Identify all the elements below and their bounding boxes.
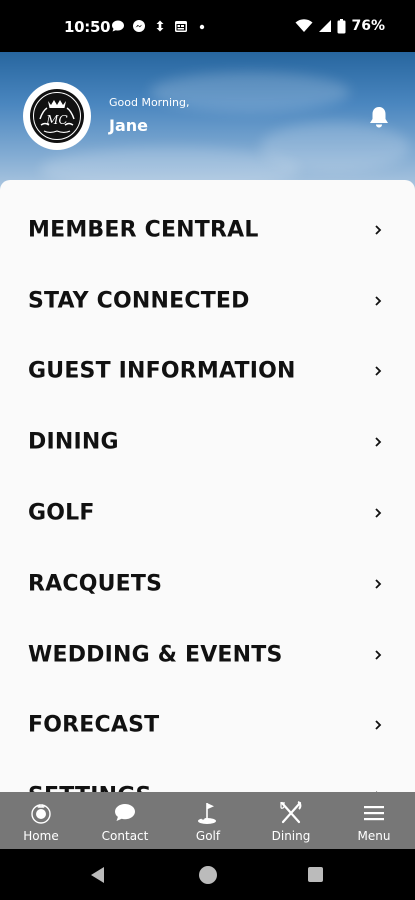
tab-dining[interactable]: Dining — [267, 792, 315, 849]
tab-golf[interactable]: Golf — [186, 792, 230, 849]
bottom-tab-bar: Home Contact Golf Dining Menu — [0, 792, 415, 849]
hamburger-icon — [360, 800, 388, 826]
chevron-right-icon — [375, 579, 382, 589]
messenger-icon — [133, 20, 145, 32]
status-time: 10:50 — [64, 18, 111, 36]
menu-item-label: GUEST INFORMATION — [28, 358, 296, 384]
more-notifications-dot-icon — [199, 24, 205, 30]
main-menu-panel: MEMBER CENTRAL STAY CONNECTED GUEST INFO… — [0, 180, 415, 792]
fork-knife-icon — [277, 800, 305, 826]
menu-item-label: DINING — [28, 429, 119, 455]
menu-item-label: RACQUETS — [28, 571, 163, 597]
home-circle-icon[interactable] — [198, 865, 218, 885]
club-crest-icon: MC — [30, 89, 84, 143]
menu-item-label: GOLF — [28, 500, 95, 526]
chevron-right-icon — [375, 437, 382, 447]
menu-item-label: WEDDING & EVENTS — [28, 642, 283, 668]
tab-menu[interactable]: Menu — [353, 792, 395, 849]
user-name: Jane — [109, 116, 148, 135]
menu-item-member-central[interactable]: MEMBER CENTRAL — [0, 195, 415, 265]
greeting-text: Good Morning, — [109, 96, 190, 109]
notification-bell-icon[interactable] — [368, 105, 390, 129]
chevron-right-icon — [375, 296, 382, 306]
menu-item-label: FORECAST — [28, 712, 160, 738]
cell-signal-icon — [319, 20, 332, 32]
battery-percent: 76% — [351, 18, 385, 34]
menu-item-guest-information[interactable]: GUEST INFORMATION — [0, 336, 415, 406]
chevron-right-icon — [375, 650, 382, 660]
menu-item-dining[interactable]: DINING — [0, 407, 415, 477]
system-icons: 76% — [295, 18, 385, 34]
tab-contact[interactable]: Contact — [97, 792, 153, 849]
svg-text:MC: MC — [45, 113, 67, 127]
menu-item-settings[interactable]: SETTINGS — [0, 761, 415, 792]
recents-square-icon[interactable] — [307, 866, 324, 883]
wifi-icon — [295, 19, 313, 32]
battery-icon — [337, 18, 346, 33]
menu-item-label: STAY CONNECTED — [28, 288, 250, 314]
tab-label: Golf — [195, 829, 221, 843]
chat-notification-icon — [112, 20, 124, 32]
chat-bubble-icon — [111, 800, 139, 826]
sync-icon — [156, 20, 164, 32]
menu-item-label: SETTINGS — [28, 784, 152, 793]
chevron-right-icon — [375, 720, 382, 730]
club-logo[interactable]: MC — [23, 82, 91, 150]
home-crest-icon — [27, 800, 55, 826]
calendar-icon — [175, 21, 187, 32]
chevron-right-icon — [375, 508, 382, 518]
menu-item-golf[interactable]: GOLF — [0, 478, 415, 548]
chevron-right-icon — [375, 225, 382, 235]
menu-item-forecast[interactable]: FORECAST — [0, 690, 415, 760]
back-triangle-icon[interactable] — [90, 866, 106, 884]
tab-label: Menu — [357, 829, 391, 843]
tab-label: Contact — [101, 829, 149, 843]
header: MC Good Morning, Jane — [0, 52, 415, 200]
menu-item-stay-connected[interactable]: STAY CONNECTED — [0, 266, 415, 336]
menu-item-label: MEMBER CENTRAL — [28, 217, 259, 243]
notification-icons — [111, 19, 209, 33]
tab-home[interactable]: Home — [18, 792, 64, 849]
tab-label: Dining — [271, 829, 311, 843]
system-navigation-bar — [0, 849, 415, 900]
status-bar: 10:50 76% — [0, 0, 415, 52]
golf-flag-icon — [194, 800, 222, 826]
tab-label: Home — [23, 829, 59, 843]
menu-item-wedding-events[interactable]: WEDDING & EVENTS — [0, 620, 415, 690]
chevron-right-icon — [375, 366, 382, 376]
menu-item-racquets[interactable]: RACQUETS — [0, 549, 415, 619]
